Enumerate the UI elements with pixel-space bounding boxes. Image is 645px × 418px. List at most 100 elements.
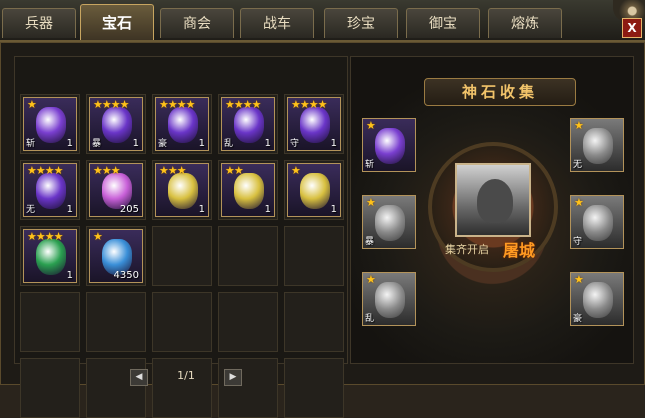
gem-item[interactable]: ★★★★ 1 乱	[221, 97, 275, 151]
inventory-slot[interactable]	[86, 292, 146, 352]
star-rating: ★★★★	[225, 98, 261, 111]
star-rating: ★	[574, 273, 584, 286]
item-caption: 无	[26, 205, 36, 215]
gem-item[interactable]: ★★★ 205	[89, 163, 143, 217]
gem-item[interactable]: ★★★★ 1 暴	[89, 97, 143, 151]
inventory-slot[interactable]	[20, 358, 80, 418]
item-caption: 暴	[365, 237, 375, 247]
collection-slot[interactable]: ★ 乱	[362, 272, 416, 326]
tab-guild[interactable]: 商会	[160, 8, 234, 38]
star-rating: ★★★★	[159, 98, 195, 111]
inventory-slot[interactable]	[284, 358, 344, 418]
item-caption: 暴	[92, 139, 102, 149]
gem-icon	[36, 239, 66, 275]
unlock-text: 集齐开启	[445, 243, 489, 256]
gem-item[interactable]: ★★★ 1	[155, 163, 209, 217]
tab-bar: 兵器 宝石 商会 战车 珍宝 御宝 熔炼	[0, 0, 645, 42]
gem-icon	[375, 205, 405, 241]
collection-slot[interactable]: ★ 无	[570, 118, 624, 172]
gem-icon	[375, 282, 405, 318]
gem-icon	[36, 173, 66, 209]
tab-gems[interactable]: 宝石	[80, 4, 154, 40]
item-count: 1	[198, 138, 205, 149]
star-rating: ★	[366, 119, 376, 132]
star-rating: ★★★★	[93, 98, 129, 111]
gem-item[interactable]: ★ 4350	[89, 229, 143, 283]
star-rating: ★★★	[93, 164, 121, 177]
gem-icon	[300, 107, 330, 143]
item-count: 1	[66, 204, 73, 215]
inventory-slot[interactable]	[218, 358, 278, 418]
gem-icon	[36, 107, 66, 143]
hero-face	[477, 179, 513, 223]
item-caption: 无	[573, 160, 583, 170]
item-count: 1	[264, 204, 271, 215]
inventory-slot[interactable]	[284, 292, 344, 352]
item-caption: 豪	[573, 314, 583, 324]
gem-item[interactable]: ★★★★ 1 豪	[155, 97, 209, 151]
unlock-target: 屠城	[503, 241, 536, 260]
inventory-slot[interactable]	[20, 292, 80, 352]
star-rating: ★	[291, 164, 301, 177]
collection-slot[interactable]: ★ 豪	[570, 272, 624, 326]
star-rating: ★	[574, 119, 584, 132]
item-caption: 豪	[158, 139, 168, 149]
star-rating: ★★	[225, 164, 244, 177]
collection-slot[interactable]: ★ 斩	[362, 118, 416, 172]
gem-item[interactable]: ★ 1 斩	[23, 97, 77, 151]
gem-icon	[583, 128, 613, 164]
inventory-slot[interactable]	[152, 358, 212, 418]
item-count: 4350	[113, 270, 139, 281]
item-count: 1	[330, 204, 337, 215]
gem-item[interactable]: ★★★★ 1 守	[287, 97, 341, 151]
tab-smelting[interactable]: 熔炼	[488, 8, 562, 38]
page-indicator: 1/1	[177, 369, 195, 382]
gem-item[interactable]: ★ 1	[287, 163, 341, 217]
collection-slot[interactable]: ★ 守	[570, 195, 624, 249]
gem-icon	[583, 205, 613, 241]
next-page-button[interactable]: ▶	[224, 369, 242, 386]
item-count: 1	[66, 138, 73, 149]
item-count: 1	[198, 204, 205, 215]
item-count: 205	[119, 204, 139, 215]
gem-icon	[102, 107, 132, 143]
gem-icon	[168, 173, 198, 209]
item-caption: 乱	[365, 314, 375, 324]
item-caption: 守	[573, 237, 583, 247]
tab-weapons[interactable]: 兵器	[2, 8, 76, 38]
gem-icon	[375, 128, 405, 164]
star-rating: ★★★★	[291, 98, 327, 111]
item-count: 1	[132, 138, 139, 149]
inventory-slot[interactable]	[152, 292, 212, 352]
star-rating: ★★★★	[27, 164, 63, 177]
star-rating: ★	[93, 230, 103, 243]
collection-title: 神石收集	[424, 78, 576, 106]
gem-icon	[583, 282, 613, 318]
star-rating: ★★★	[159, 164, 187, 177]
gem-item[interactable]: ★★★★ 1	[23, 229, 77, 283]
item-caption: 斩	[26, 139, 36, 149]
gem-item[interactable]: ★★ 1	[221, 163, 275, 217]
item-caption: 斩	[365, 160, 375, 170]
prev-page-button[interactable]: ◀	[130, 369, 148, 386]
item-count: 1	[264, 138, 271, 149]
tab-chariot[interactable]: 战车	[240, 8, 314, 38]
collection-slot[interactable]: ★ 暴	[362, 195, 416, 249]
gem-icon	[234, 107, 264, 143]
tab-royal-treasure[interactable]: 御宝	[406, 8, 480, 38]
item-caption: 守	[290, 139, 300, 149]
inventory-slot[interactable]	[284, 226, 344, 286]
item-count: 1	[66, 270, 73, 281]
tab-treasure[interactable]: 珍宝	[324, 8, 398, 38]
star-rating: ★	[574, 196, 584, 209]
star-rating: ★★★★	[27, 230, 63, 243]
inventory-slot[interactable]	[152, 226, 212, 286]
gem-icon	[300, 173, 330, 209]
inventory-slot[interactable]	[218, 226, 278, 286]
item-caption: 乱	[224, 139, 234, 149]
close-button[interactable]: X	[622, 18, 642, 38]
star-rating: ★	[366, 273, 376, 286]
gem-item[interactable]: ★★★★ 1 无	[23, 163, 77, 217]
inventory-slot[interactable]	[218, 292, 278, 352]
inventory-slot[interactable]	[86, 358, 146, 418]
